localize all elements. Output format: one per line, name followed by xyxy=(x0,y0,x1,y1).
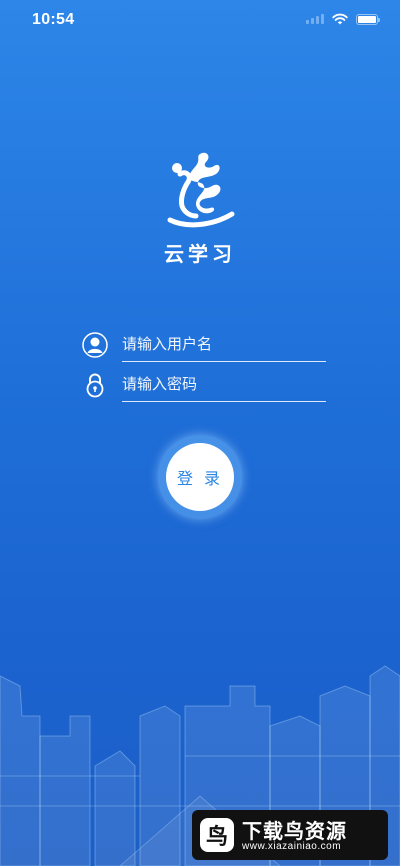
password-input[interactable] xyxy=(122,372,322,396)
battery-icon xyxy=(356,13,380,25)
status-icons xyxy=(306,13,380,25)
password-field xyxy=(82,370,326,402)
login-button[interactable]: 登 录 xyxy=(166,443,234,511)
status-time: 10:54 xyxy=(32,11,75,28)
username-field xyxy=(82,330,326,362)
wifi-icon xyxy=(332,13,348,25)
app-name: 云学习 xyxy=(164,242,236,266)
cellular-signal-icon xyxy=(306,14,324,24)
user-icon xyxy=(82,332,108,358)
password-underline xyxy=(122,401,326,402)
watermark-title: 下载鸟资源 xyxy=(242,819,347,843)
lock-icon xyxy=(86,373,104,398)
app-logo xyxy=(167,152,235,228)
watermark-url: www.xiazainiao.com xyxy=(242,841,342,852)
username-underline xyxy=(122,361,326,362)
status-bar: 10:54 xyxy=(0,0,400,44)
username-input[interactable] xyxy=(122,332,322,356)
watermark-banner: 鸟 下载鸟资源 www.xiazainiao.com xyxy=(192,810,388,860)
watermark-logo: 鸟 xyxy=(200,818,234,852)
